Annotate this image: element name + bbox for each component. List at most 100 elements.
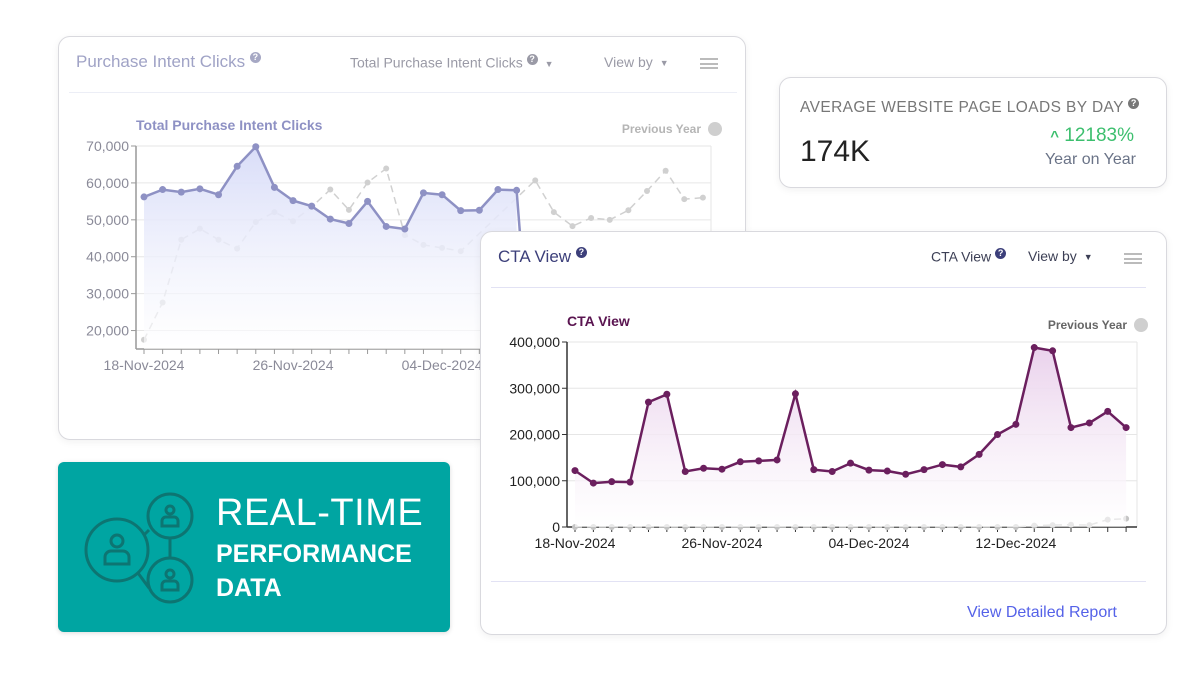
x-tick-label: 18-Nov-2024 (535, 535, 616, 551)
data-point (957, 463, 965, 471)
data-point (215, 191, 223, 199)
data-point (1049, 347, 1057, 355)
data-point (289, 197, 297, 205)
kpi-card: AVERAGE WEBSITE PAGE LOADS BY DAY ? 174K… (779, 77, 1167, 188)
data-point (364, 197, 372, 205)
data-point (252, 143, 260, 151)
data-point (700, 464, 708, 472)
data-point (345, 220, 353, 228)
legend-marker (708, 122, 722, 136)
kpi-comparison: Year on Year (1044, 151, 1136, 168)
cta-view-chart: 0 100,000 200,000 300,000 400,000 18-Nov-2024… (509, 313, 1148, 551)
legend-label: Previous Year (622, 122, 701, 136)
data-point (1122, 424, 1130, 432)
data-point (589, 479, 597, 487)
x-tick-label: 12-Dec-2024 (975, 535, 1056, 551)
data-point (736, 458, 744, 466)
previous-year-point (364, 179, 371, 186)
previous-year-point (625, 207, 632, 214)
previous-year-point (327, 186, 334, 193)
data-point (773, 456, 781, 464)
previous-year-point (662, 167, 669, 174)
previous-year-point (345, 206, 352, 213)
y-tick-label: 40,000 (86, 249, 129, 265)
data-point (494, 186, 502, 194)
legend-label: Previous Year (1048, 318, 1127, 332)
y-tick-label: 20,000 (86, 323, 129, 339)
realtime-banner: REAL-TIME PERFORMANCE DATA (58, 462, 450, 632)
chart-title: Total Purchase Intent Clicks (136, 117, 323, 133)
y-tick-label: 100,000 (509, 473, 560, 489)
data-point (196, 185, 204, 193)
view-detailed-report-link[interactable]: View Detailed Report (967, 604, 1117, 622)
banner-line-2: PERFORMANCE (216, 540, 412, 568)
kpi-change: ^ 12183% (1050, 125, 1134, 146)
cta-view-card: CTA View ? CTA View ? View by ▼ 0 100,000 2… (480, 231, 1167, 635)
data-point (382, 222, 390, 230)
y-tick-label: 200,000 (509, 427, 560, 443)
data-point (902, 470, 910, 478)
data-point (401, 225, 409, 233)
previous-year-point (699, 194, 706, 201)
kpi-label: AVERAGE WEBSITE PAGE LOADS BY DAY ? (800, 98, 1140, 117)
banner-line-3: DATA (216, 574, 282, 602)
y-tick-label: 0 (552, 519, 560, 535)
y-tick-label: 60,000 (86, 175, 129, 191)
data-point (810, 466, 818, 474)
data-point (571, 467, 579, 475)
data-point (626, 478, 634, 486)
data-point (681, 468, 689, 475)
data-point (920, 466, 928, 474)
y-tick-label: 30,000 (86, 286, 129, 302)
data-point (975, 450, 983, 458)
x-tick-label: 04-Dec-2024 (828, 535, 909, 551)
data-point (140, 193, 148, 201)
previous-year-point (383, 165, 390, 172)
x-tick-label: 26-Nov-2024 (681, 535, 762, 551)
data-point (847, 459, 855, 467)
x-tick-label: 26-Nov-2024 (253, 357, 334, 373)
previous-year-point (681, 196, 688, 203)
data-point (475, 206, 483, 214)
data-point (828, 468, 836, 475)
data-point (233, 162, 241, 170)
previous-year-point (550, 209, 557, 216)
y-tick-label: 300,000 (509, 380, 560, 396)
y-tick-label: 50,000 (86, 212, 129, 228)
data-point (1067, 424, 1075, 432)
data-point (1104, 407, 1112, 415)
data-point (326, 215, 334, 223)
divider (491, 581, 1146, 582)
data-point (177, 188, 185, 196)
people-network-icon (84, 492, 194, 604)
previous-year-point (588, 214, 595, 221)
data-point (865, 466, 873, 474)
data-point (270, 183, 278, 191)
banner-line-1: REAL-TIME (216, 492, 424, 534)
data-point (457, 207, 465, 215)
arrow-up-icon: ^ (1050, 128, 1059, 145)
data-point (994, 431, 1002, 438)
previous-year-point (569, 223, 576, 230)
data-point (1085, 419, 1093, 427)
data-point (938, 461, 946, 469)
x-tick-label: 18-Nov-2024 (104, 357, 185, 373)
data-point (159, 186, 167, 194)
previous-year-point (532, 177, 539, 184)
data-point (438, 191, 446, 199)
data-point (718, 465, 726, 473)
y-tick-label: 400,000 (509, 334, 560, 350)
data-point (419, 189, 427, 197)
series-area (144, 146, 517, 349)
data-point (755, 457, 763, 465)
data-point (663, 390, 671, 398)
data-point (791, 390, 799, 398)
data-point (308, 202, 316, 210)
data-point (608, 478, 616, 486)
chart-title: CTA View (567, 313, 630, 329)
y-tick-label: 70,000 (86, 138, 129, 154)
data-point (1012, 420, 1020, 428)
help-icon[interactable]: ? (1128, 98, 1140, 109)
legend-marker (1134, 318, 1148, 332)
previous-year-point (606, 216, 613, 223)
